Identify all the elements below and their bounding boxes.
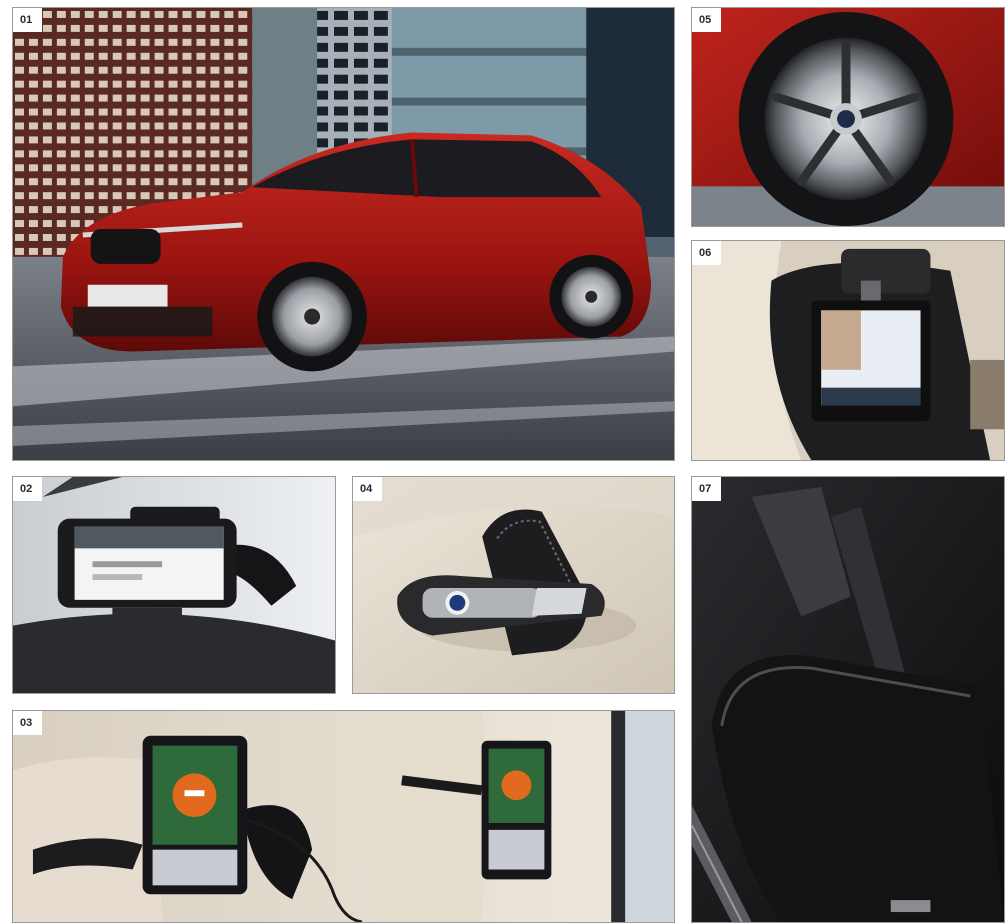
tile-number-label: 02 [13, 477, 43, 501]
tile-number-label: 05 [692, 8, 722, 32]
tile-number-label: 07 [692, 477, 722, 501]
tile-number-label: 04 [353, 477, 383, 501]
tile-number-label: 01 [13, 8, 43, 32]
photo-tile-07: 07 [691, 476, 1005, 923]
tile-number-label: 06 [692, 241, 722, 265]
tile-number-label: 03 [13, 711, 43, 735]
photo-tile-06: 06 [691, 240, 1005, 461]
rear-seat-entertainment-photo [13, 711, 674, 922]
red-suv-coupe-photo [13, 8, 674, 460]
photo-tile-02: 02 [12, 476, 336, 694]
leather-key-case-photo [353, 477, 674, 693]
tablet-headrest-holder-photo [692, 241, 1004, 460]
photo-tile-05: 05 [691, 7, 1005, 227]
photo-tile-01: 01 [12, 7, 675, 461]
photo-tile-03: 03 [12, 710, 675, 923]
photo-tile-04: 04 [352, 476, 675, 694]
alloy-wheel-photo [692, 8, 1004, 226]
floor-mat-photo [692, 477, 1004, 922]
smartphone-dash-holder-photo [13, 477, 335, 693]
